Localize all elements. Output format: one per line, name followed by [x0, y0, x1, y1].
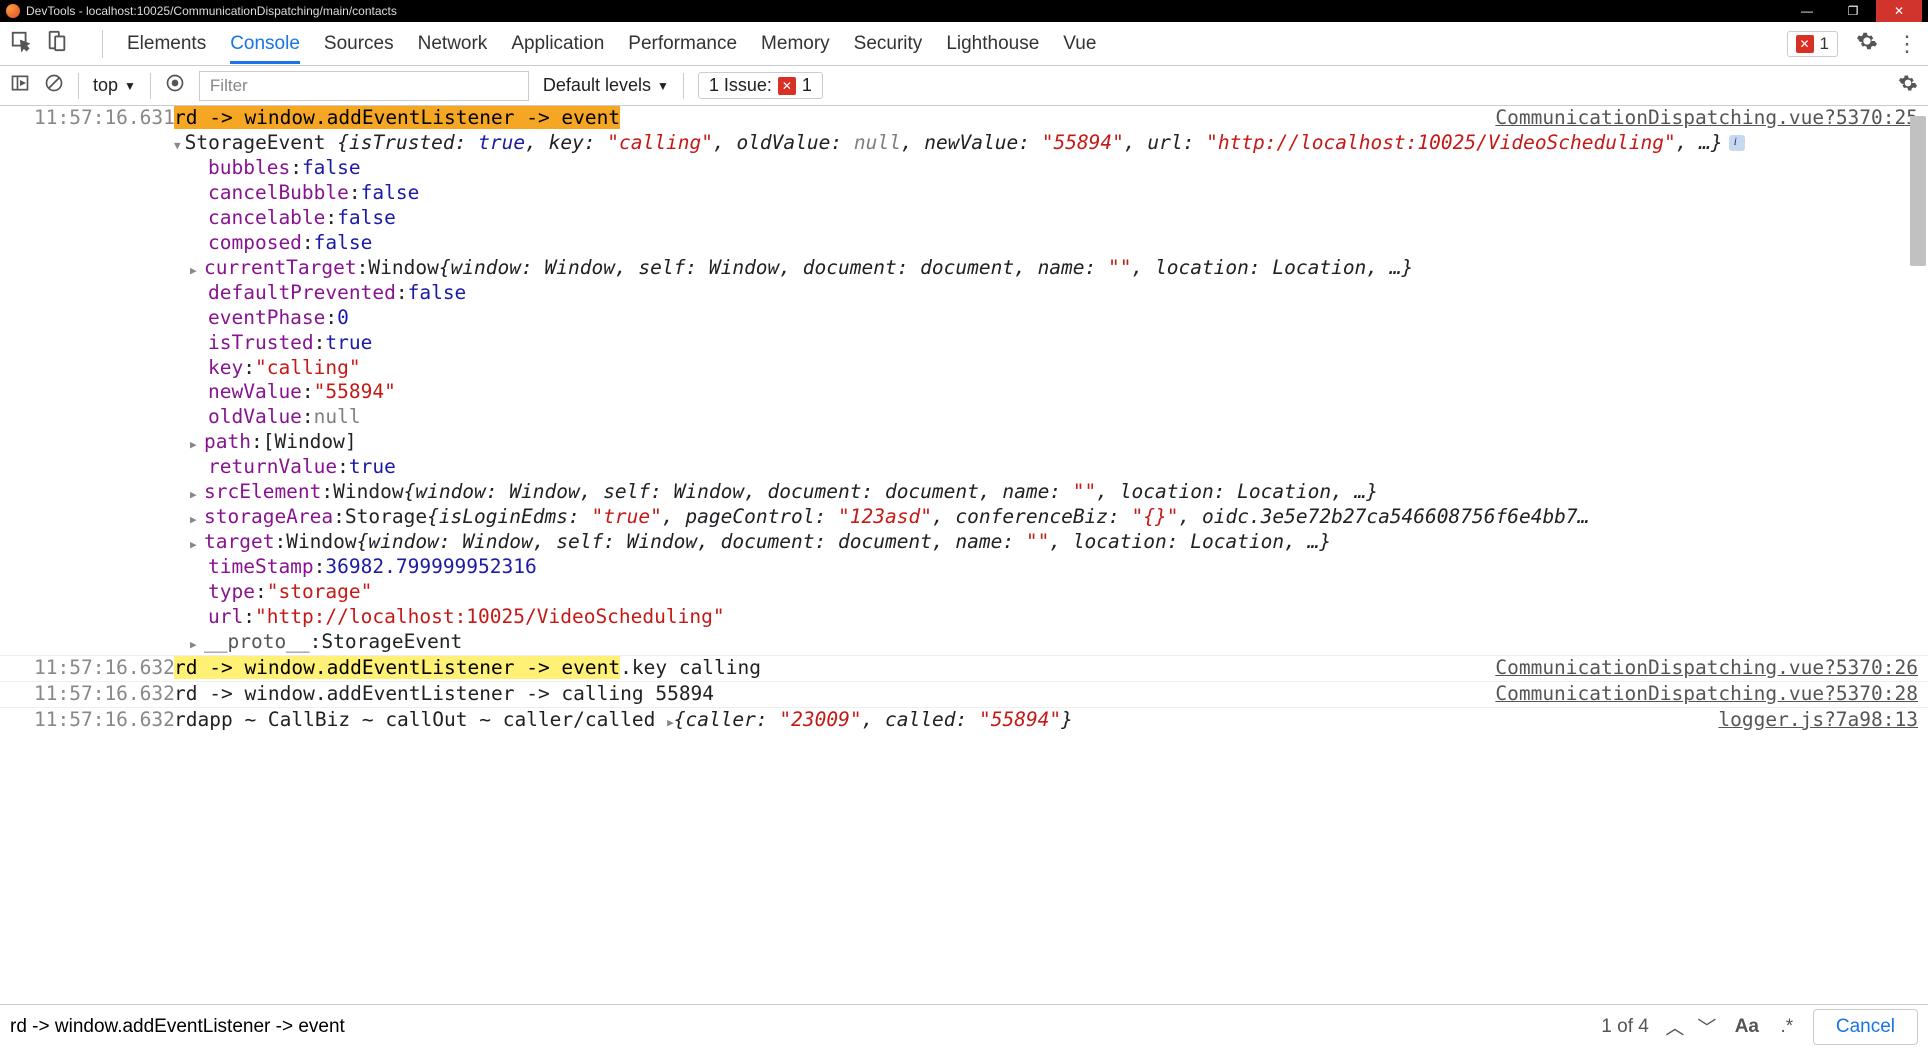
timestamp: 11:57:16.632 — [34, 656, 174, 681]
log-row[interactable]: 11:57:16.632 rd -> window.addEventListen… — [0, 655, 1928, 681]
context-selector[interactable]: top ▼ — [93, 75, 136, 96]
tab-lighthouse[interactable]: Lighthouse — [946, 33, 1039, 55]
find-count: 1 of 4 — [1601, 1016, 1649, 1038]
find-next[interactable]: ﹀ — [1693, 1013, 1721, 1041]
inspect-icon[interactable] — [10, 30, 32, 58]
settings-icon[interactable] — [1856, 30, 1878, 58]
scrollbar[interactable] — [1910, 106, 1928, 406]
source-link[interactable]: logger.js?7a98:13 — [1698, 708, 1918, 733]
window-close[interactable]: ✕ — [1876, 0, 1922, 22]
window-titlebar: DevTools - localhost:10025/Communication… — [0, 0, 1928, 22]
tab-console[interactable]: Console — [230, 33, 300, 64]
timestamp: 11:57:16.631 — [34, 106, 174, 131]
window-title: DevTools - localhost:10025/Communication… — [26, 4, 397, 18]
timestamp: 11:57:16.632 — [34, 682, 174, 707]
log-message: rd -> window.addEventListener -> event — [174, 106, 620, 129]
window-minimize[interactable]: — — [1784, 0, 1830, 22]
tab-security[interactable]: Security — [854, 33, 923, 55]
info-icon[interactable] — [1729, 135, 1745, 151]
find-prev[interactable]: ︿ — [1661, 1013, 1689, 1041]
expand-icon[interactable] — [174, 131, 181, 156]
object-header[interactable]: StorageEvent {isTrusted: true, key: "cal… — [0, 131, 1928, 156]
sidebar-toggle-icon[interactable] — [10, 73, 30, 98]
match-case[interactable]: Aa — [1733, 1013, 1761, 1041]
window-maximize[interactable]: ❐ — [1830, 0, 1876, 22]
object-body: bubbles: false cancelBubble: false cance… — [0, 156, 1928, 655]
timestamp: 11:57:16.632 — [34, 708, 174, 733]
tab-performance[interactable]: Performance — [628, 33, 737, 55]
console-toolbar: top ▼ Filter Default levels ▼ 1 Issue: ✕… — [0, 66, 1928, 106]
tab-memory[interactable]: Memory — [761, 33, 830, 55]
expand-icon[interactable] — [190, 430, 204, 455]
expand-icon[interactable] — [190, 256, 204, 281]
live-expression-icon[interactable] — [165, 73, 185, 98]
device-toggle-icon[interactable] — [46, 30, 68, 58]
find-input[interactable] — [10, 1016, 610, 1038]
devtools-icon — [6, 4, 20, 18]
log-row[interactable]: 11:57:16.632 rd -> window.addEventListen… — [0, 681, 1928, 707]
source-link[interactable]: CommunicationDispatching.vue?5370:28 — [1475, 682, 1918, 707]
expand-icon[interactable] — [190, 630, 204, 655]
log-levels[interactable]: Default levels ▼ — [543, 75, 669, 96]
tab-application[interactable]: Application — [511, 33, 604, 55]
tab-sources[interactable]: Sources — [324, 33, 394, 55]
expand-icon[interactable] — [190, 480, 204, 505]
tab-network[interactable]: Network — [418, 33, 488, 55]
tab-vue[interactable]: Vue — [1063, 33, 1096, 55]
source-link[interactable]: CommunicationDispatching.vue?5370:26 — [1475, 656, 1918, 681]
filter-input[interactable]: Filter — [199, 71, 529, 101]
clear-console-icon[interactable] — [44, 73, 64, 98]
more-icon[interactable]: ⋮ — [1896, 31, 1918, 57]
panel-tabs: Elements Console Sources Network Applica… — [0, 22, 1928, 66]
use-regex[interactable]: .* — [1773, 1013, 1801, 1041]
source-link[interactable]: CommunicationDispatching.vue?5370:25 — [1475, 106, 1918, 131]
issues-badge[interactable]: ✕1 — [1787, 31, 1838, 57]
expand-icon[interactable] — [190, 505, 204, 530]
expand-icon[interactable] — [190, 530, 204, 555]
console-output[interactable]: 11:57:16.631 rd -> window.addEventListen… — [0, 106, 1928, 1004]
log-row[interactable]: 11:57:16.631 rd -> window.addEventListen… — [0, 106, 1928, 131]
find-bar: 1 of 4 ︿ ﹀ Aa .* Cancel — [0, 1004, 1928, 1048]
log-row[interactable]: 11:57:16.632 rdapp ~ CallBiz ~ callOut ~… — [0, 707, 1928, 733]
tab-elements[interactable]: Elements — [127, 33, 206, 55]
cancel-button[interactable]: Cancel — [1813, 1009, 1918, 1045]
issues-pill[interactable]: 1 Issue: ✕ 1 — [698, 72, 823, 99]
console-settings-icon[interactable] — [1898, 77, 1918, 97]
